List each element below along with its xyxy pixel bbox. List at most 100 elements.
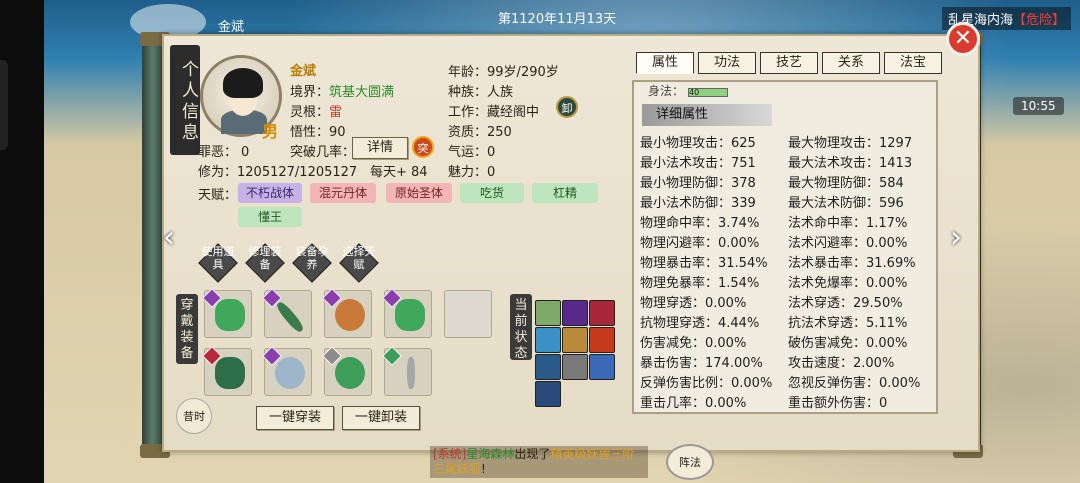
agility-bar: 40 <box>688 88 729 97</box>
equip-slot[interactable] <box>322 288 372 338</box>
root-value: 雷 <box>329 105 343 120</box>
attribute-row: 攻击速度：2.00% <box>788 356 895 371</box>
talent-label: 天赋： <box>198 188 238 203</box>
cultivation-label: 修为： <box>198 165 238 180</box>
attribute-row: 法术穿透：29.50% <box>788 296 903 311</box>
tab-attributes[interactable]: 属性 <box>636 52 694 74</box>
state-icon[interactable] <box>535 381 561 407</box>
gender-label: 男 <box>262 122 279 141</box>
select-talent-button[interactable]: 选择天赋 <box>339 243 379 283</box>
tab-bar: 属性 功法 技艺 关系 法宝 <box>636 52 942 74</box>
attribute-row: 抗物理穿透：4.44% <box>640 316 760 331</box>
state-icon[interactable] <box>535 327 561 353</box>
tab-skills[interactable]: 功法 <box>698 52 756 74</box>
charm-label: 魅力： <box>448 165 488 180</box>
race-label: 种族： <box>448 85 488 100</box>
age-value: 99岁/290岁 <box>487 65 559 80</box>
attribute-row: 最小法术攻击：751 <box>640 156 756 171</box>
prev-arrow[interactable]: ‹ <box>158 220 180 256</box>
attribute-panel[interactable]: 身法： 40 详细属性 最小物理攻击：625 最大物理攻击：1297 最小法术攻击：7… <box>632 80 938 414</box>
equip-all-button[interactable]: 一键穿装 <box>256 406 334 430</box>
danger-badge: 【危险】 <box>1013 13 1066 28</box>
attribute-row: 最小法术防御：339 <box>640 196 756 211</box>
formation-icon[interactable]: 阵法 <box>666 444 714 480</box>
cultivation-value: 1205127/1205127 <box>237 165 358 180</box>
state-icon[interactable] <box>535 300 561 326</box>
attribute-row: 最小物理攻击：625 <box>640 136 756 151</box>
job-label: 工作： <box>448 105 488 120</box>
attribute-row: 物理闪避率：0.00% <box>640 236 760 251</box>
attribute-row: 暴击伤害：174.00% <box>640 356 763 371</box>
state-icon[interactable] <box>562 354 588 380</box>
realm-value: 筑基大圆满 <box>329 85 395 100</box>
attribute-row: 最大物理防御：584 <box>788 176 904 191</box>
state-label: 当前状态 <box>510 294 532 361</box>
talent-tag[interactable]: 懂王 <box>238 207 302 227</box>
attribute-row: 最大法术攻击：1413 <box>788 156 913 171</box>
attribute-row: 反弹伤害比例：0.00% <box>640 376 773 391</box>
character-name: 金斌 <box>290 64 317 79</box>
daily-gain: 每天+ 84 <box>370 165 428 180</box>
attribute-row: 物理暴击率：31.54% <box>640 256 768 271</box>
detail-button[interactable]: 详情 <box>352 137 408 159</box>
equip-slot[interactable] <box>382 288 432 338</box>
detail-attr-header: 详细属性 <box>642 104 772 126</box>
equip-slot[interactable] <box>322 346 372 396</box>
talent-tag[interactable]: 杠精 <box>532 183 598 203</box>
talent-tag[interactable]: 不朽战体 <box>238 183 302 203</box>
tab-treasure[interactable]: 法宝 <box>884 52 942 74</box>
attribute-row: 最大法术防御：596 <box>788 196 904 211</box>
talent-tag[interactable]: 吃货 <box>460 183 524 203</box>
tab-relations[interactable]: 关系 <box>822 52 880 74</box>
comprehension-label: 悟性： <box>290 125 330 140</box>
luck-value: 0 <box>487 145 496 160</box>
history-icon[interactable]: 昔时 <box>176 398 212 434</box>
attribute-row: 物理免暴率：1.54% <box>640 276 760 291</box>
state-icon[interactable] <box>589 354 615 380</box>
game-date: 第1120年11月13天 <box>498 12 617 27</box>
unequip-all-button[interactable]: 一键卸装 <box>342 406 420 430</box>
breakthrough-icon[interactable]: 突 <box>412 136 434 158</box>
nurture-button[interactable]: 装备孕养 <box>292 243 332 283</box>
state-icon[interactable] <box>589 300 615 326</box>
tab-crafts[interactable]: 技艺 <box>760 52 818 74</box>
race-value: 人族 <box>487 85 514 100</box>
talent-tag[interactable]: 原始圣体 <box>386 183 452 203</box>
attribute-row: 破伤害减免：0.00% <box>788 336 908 351</box>
attribute-row: 法术闪避率：0.00% <box>788 236 908 251</box>
breakthrough-label: 突破几率： <box>290 145 356 160</box>
equip-slot[interactable] <box>262 346 312 396</box>
unequip-job-icon[interactable]: 卸 <box>556 96 578 118</box>
equip-slot-empty[interactable] <box>444 290 492 338</box>
equip-slot[interactable] <box>382 346 432 396</box>
use-item-button[interactable]: 使用道具 <box>198 243 238 283</box>
attribute-row: 物理命中率：3.74% <box>640 216 760 231</box>
screen-edge <box>0 0 44 483</box>
attribute-row: 法术免爆率：0.00% <box>788 276 908 291</box>
equip-slot[interactable] <box>202 288 252 338</box>
agility-row: 身法： 40 <box>648 82 729 99</box>
attribute-row: 忽视反弹伤害：0.00% <box>788 376 921 391</box>
attribute-row: 法术命中率：1.17% <box>788 216 908 231</box>
luck-label: 气运： <box>448 145 488 160</box>
comprehension-value: 90 <box>329 125 346 140</box>
state-icon[interactable] <box>562 327 588 353</box>
attribute-row: 法术暴击率：31.69% <box>788 256 916 271</box>
charm-value: 0 <box>487 165 496 180</box>
evil-label: 罪恶： <box>198 145 238 160</box>
state-icon[interactable] <box>589 327 615 353</box>
attribute-row: 重击额外伤害：0 <box>788 396 888 411</box>
state-icon[interactable] <box>535 354 561 380</box>
next-arrow[interactable]: › <box>945 220 967 256</box>
repair-button[interactable]: 修理装备 <box>245 243 285 283</box>
talent-tag[interactable]: 混元丹体 <box>310 183 376 203</box>
attribute-row: 物理穿透：0.00% <box>640 296 747 311</box>
job-value: 藏经阁中 <box>487 105 540 120</box>
state-icon[interactable] <box>562 300 588 326</box>
close-button[interactable]: ✕ <box>946 22 980 56</box>
clock: 10:55 <box>1013 97 1064 115</box>
equip-slot[interactable] <box>202 346 252 396</box>
equip-label: 穿戴装备 <box>176 294 198 364</box>
equip-slot[interactable] <box>262 288 312 338</box>
attribute-row: 重击几率：0.00% <box>640 396 747 411</box>
